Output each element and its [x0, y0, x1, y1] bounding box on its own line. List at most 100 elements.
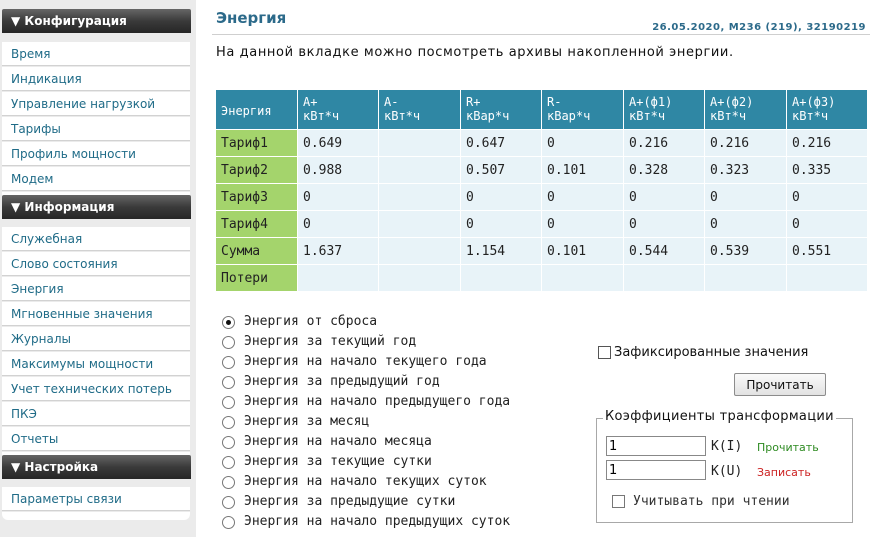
sidebar-item-1-1[interactable]: Слово состояния: [2, 252, 190, 276]
page-title: Энергия: [216, 9, 287, 27]
table-cell: 0.335: [786, 156, 868, 184]
period-option[interactable]: Энергия от сброса: [222, 312, 510, 332]
sidebar-item-0-3[interactable]: Тарифы: [2, 117, 190, 141]
table-cell: 0.216: [786, 129, 868, 157]
table-cell: [541, 264, 624, 292]
period-option[interactable]: Энергия за предыдущий год: [222, 372, 510, 392]
table-cell: 0: [460, 183, 542, 211]
period-option-label: Энергия на начало текущего года: [244, 354, 487, 369]
radio-button[interactable]: [222, 355, 235, 369]
period-option[interactable]: Энергия на начало предыдущих суток: [222, 512, 510, 532]
period-option[interactable]: Энергия за текущие сутки: [222, 452, 510, 472]
sidebar-item-1-3[interactable]: Мгновенные значения: [2, 302, 190, 326]
row-label: Тариф1: [215, 129, 298, 157]
sidebar-item-1-7[interactable]: ПКЭ: [2, 402, 190, 426]
table-row: Тариф1 0.649 0.647 0 0.216 0.216 0.216: [215, 129, 868, 157]
table-cell: 0.323: [704, 156, 787, 184]
row-label: Сумма: [215, 237, 298, 265]
sidebar-item-0-1[interactable]: Индикация: [2, 67, 190, 91]
table-cell: 0: [623, 183, 705, 211]
title-divider: [212, 34, 870, 35]
column-header-line: R+: [466, 95, 481, 109]
table-column-header: A+(ф2) кВт*ч: [704, 89, 787, 130]
ku-input[interactable]: [606, 460, 706, 480]
column-header-line: кВт*ч: [629, 109, 666, 123]
radio-button[interactable]: [222, 435, 235, 449]
table-cell: 0.544: [623, 237, 705, 265]
sidebar-section-configuration[interactable]: ▼ Конфигурация: [2, 9, 191, 33]
table-cell: 0.507: [460, 156, 542, 184]
table-row: Сумма 1.637 1.154 0.101 0.544 0.539 0.551: [215, 237, 868, 265]
table-row: Тариф2 0.988 0.507 0.101 0.328 0.323 0.335: [215, 156, 868, 184]
sidebar-item-1-4[interactable]: Журналы: [2, 327, 190, 351]
radio-button[interactable]: [222, 375, 235, 389]
device-info: 26.05.2020, M236 (219), 32190219: [652, 22, 866, 33]
period-option[interactable]: Энергия на начало текущего года: [222, 352, 510, 372]
apply-on-read-toggle[interactable]: Учитывать при чтении: [612, 494, 790, 509]
sidebar-item-1-5[interactable]: Максимумы мощности: [2, 352, 190, 376]
read-coefficients-link[interactable]: Прочитать: [757, 441, 819, 454]
apply-on-read-checkbox[interactable]: [612, 495, 625, 508]
sidebar-item-0-4[interactable]: Профиль мощности: [2, 142, 190, 166]
table-cell: [704, 264, 787, 292]
table-cell: 0: [786, 210, 868, 238]
sidebar-item-1-0[interactable]: Служебная: [2, 227, 190, 251]
radio-button[interactable]: [222, 495, 235, 509]
period-option-label: Энергия на начало предыдущих суток: [244, 514, 511, 529]
sidebar-section-settings[interactable]: ▼ Настройка: [2, 455, 191, 479]
table-cell: 0.551: [786, 237, 868, 265]
column-header-line: A+(ф1): [629, 95, 673, 109]
radio-button[interactable]: [222, 395, 235, 409]
fixed-values-label: Зафиксированные значения: [614, 345, 809, 360]
table-cell: [460, 264, 542, 292]
period-option[interactable]: Энергия за месяц: [222, 412, 510, 432]
table-cell: [378, 129, 461, 157]
ki-input[interactable]: [606, 436, 706, 456]
fixed-values-checkbox[interactable]: [598, 346, 611, 359]
period-option[interactable]: Энергия за предыдущие сутки: [222, 492, 510, 512]
sidebar-item-0-5[interactable]: Модем: [2, 167, 190, 191]
sidebar-section-bottom: [2, 512, 190, 520]
column-header-line: A-: [384, 95, 399, 109]
period-option-label: Энергия на начало текущих суток: [244, 474, 487, 489]
table-row: Потери: [215, 264, 868, 292]
radio-button[interactable]: [222, 515, 235, 529]
sidebar: ▼ Конфигурация Время Индикация Управление н…: [0, 0, 196, 537]
read-button[interactable]: Прочитать: [734, 373, 826, 396]
radio-button[interactable]: [222, 415, 235, 429]
row-label: Потери: [215, 264, 298, 292]
radio-button[interactable]: [222, 315, 235, 329]
radio-button[interactable]: [222, 335, 235, 349]
period-option-label: Энергия за предыдущий год: [244, 374, 440, 389]
table-cell: 0.988: [297, 156, 379, 184]
period-option[interactable]: Энергия на начало текущих суток: [222, 472, 510, 492]
row-label: Тариф2: [215, 156, 298, 184]
table-cell: 0.101: [541, 156, 624, 184]
row-label: Тариф4: [215, 210, 298, 238]
period-option[interactable]: Энергия за текущий год: [222, 332, 510, 352]
table-column-header: A-кВт*ч: [378, 89, 461, 130]
apply-on-read-label: Учитывать при чтении: [633, 494, 790, 509]
sidebar-item-1-2[interactable]: Энергия: [2, 277, 190, 301]
column-header-line: кВар*ч: [547, 109, 591, 123]
radio-button[interactable]: [222, 475, 235, 489]
sidebar-item-0-2[interactable]: Управление нагрузкой: [2, 92, 190, 116]
table-cell: 0: [541, 129, 624, 157]
sidebar-item-0-0[interactable]: Время: [2, 42, 190, 66]
column-header-line: кВт*ч: [384, 109, 421, 123]
radio-button[interactable]: [222, 455, 235, 469]
period-option[interactable]: Энергия на начало месяца: [222, 432, 510, 452]
sidebar-item-2-0[interactable]: Параметры связи: [2, 487, 190, 511]
table-cell: [378, 264, 461, 292]
sidebar-item-1-6[interactable]: Учет технических потерь: [2, 377, 190, 401]
table-row: Тариф4 0 0 0 0 0 0: [215, 210, 868, 238]
period-option[interactable]: Энергия на начало предыдущего года: [222, 392, 510, 412]
sidebar-item-1-8[interactable]: Отчеты: [2, 427, 190, 451]
column-header-line: A+: [303, 95, 318, 109]
sidebar-section-information[interactable]: ▼ Информация: [2, 195, 191, 219]
write-coefficients-link[interactable]: Записать: [757, 466, 811, 479]
table-cell: [297, 264, 379, 292]
table-cell: 0.539: [704, 237, 787, 265]
column-header-line: A+(ф2): [710, 95, 754, 109]
fixed-values-toggle[interactable]: Зафиксированные значения: [598, 345, 808, 360]
